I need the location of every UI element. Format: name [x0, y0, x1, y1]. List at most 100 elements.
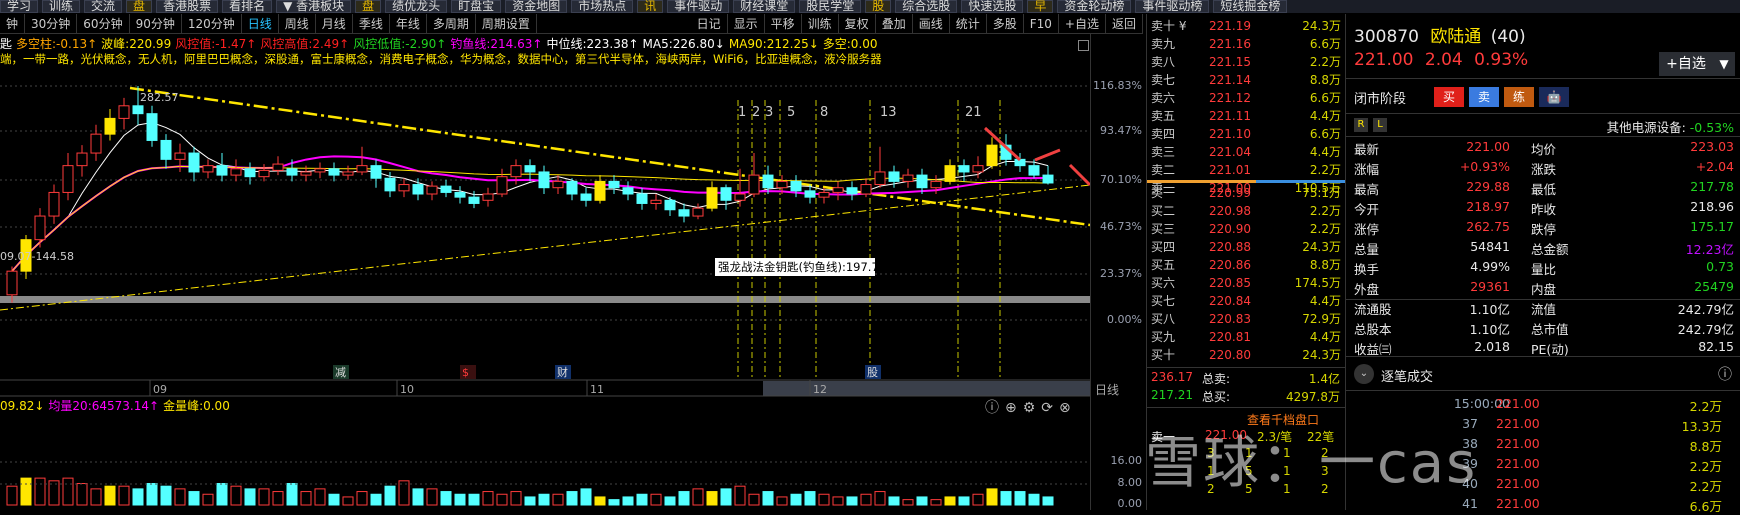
orderbook-row[interactable]: 卖十 ¥ 221.19 24.3万 [1147, 17, 1345, 35]
practice-button[interactable]: 练 [1504, 87, 1534, 107]
period-tab[interactable]: 季线 [353, 14, 390, 33]
top-menu-item[interactable]: 盯盘宝 [451, 0, 502, 13]
period-tab[interactable]: 周线 [279, 14, 316, 33]
orderbook-row[interactable]: 买一 220.99 75.1万 [1147, 184, 1345, 202]
tool-button[interactable]: +自选 [1059, 14, 1106, 33]
indicator-readout: 匙多空柱:-0.13↑ 波峰:220.99 风控值:-1.47↑ 风控高值:2.49↑… [0, 36, 1090, 52]
orderbook-row[interactable]: 买二 220.98 2.2万 [1147, 202, 1345, 220]
tool-button[interactable]: 日记 [691, 14, 728, 33]
tool-button[interactable]: 平移 [765, 14, 802, 33]
settings-icon[interactable]: ⚙ [1023, 400, 1042, 416]
tool-button[interactable]: 训练 [802, 14, 839, 33]
period-tab[interactable]: 90分钟 [130, 14, 182, 33]
refresh-icon[interactable]: ⟳ [1041, 400, 1059, 416]
help-icon[interactable]: ⓘ [1718, 364, 1732, 384]
indicator-value: 多空柱:-0.13↑ [16, 37, 98, 51]
top-menu-item[interactable]: 早 [1027, 0, 1054, 13]
period-tab[interactable]: 120分钟 [182, 14, 242, 33]
volume-bar [874, 491, 886, 506]
orderbook-row[interactable]: 买九 220.81 4.4万 [1147, 328, 1345, 346]
sell-button[interactable]: 卖 [1469, 87, 1499, 107]
top-menu-item[interactable]: 香港股票 [156, 0, 219, 13]
top-menu-item[interactable]: 股 [865, 0, 892, 13]
add-watchlist-button[interactable]: +自选 [1659, 52, 1713, 76]
watchlist-dropdown-icon[interactable]: ▼ [1713, 52, 1735, 76]
top-menu-item[interactable]: 盘 [355, 0, 382, 13]
orderbook-row[interactable]: 卖四 221.10 6.6万 [1147, 125, 1345, 143]
l-button[interactable]: L [1373, 118, 1387, 132]
event-tag-label: 减 [335, 366, 346, 379]
volume-bar [930, 499, 942, 506]
concept-tags: 端，一带一路，光伏概念，无人机，阿里巴巴概念，深股通，富士康概念，消费电子概念，… [0, 52, 882, 66]
top-menu-item[interactable]: 交流 [84, 0, 123, 13]
candle-body [706, 187, 718, 209]
orderbook-row[interactable]: 卖五 221.11 4.4万 [1147, 107, 1345, 125]
orderbook-row[interactable]: 买六 220.85 174.5万 [1147, 274, 1345, 292]
period-tab[interactable]: 月线 [316, 14, 353, 33]
candle-body [524, 165, 536, 173]
orderbook-row[interactable]: 卖三 221.04 4.4万 [1147, 143, 1345, 161]
tool-button[interactable]: 返回 [1106, 14, 1143, 33]
volume-bar [146, 483, 158, 506]
orderbook-row[interactable]: 卖九 221.16 6.6万 [1147, 35, 1345, 53]
period-tab[interactable]: 日线 [242, 14, 279, 33]
top-menu-item[interactable]: 股民学堂 [799, 0, 862, 13]
tool-button[interactable]: 叠加 [876, 14, 913, 33]
top-menu-item[interactable]: 学习 [0, 0, 39, 13]
stat-label: 量比 [1531, 262, 1557, 277]
period-tab[interactable]: 年线 [390, 14, 427, 33]
orderbook-row[interactable]: 卖二 221.01 2.2万 [1147, 161, 1345, 179]
level-volume: 4.4万 [1309, 145, 1341, 159]
top-menu-item[interactable]: 快速选股 [961, 0, 1024, 13]
top-menu-item[interactable]: 看排名 [222, 0, 273, 13]
kline-chart[interactable]: 1 2 3 5 8 13 21282.5709.07-144.58强龙战法金钥匙(钓鱼线):… [0, 66, 1092, 510]
top-menu-item[interactable]: 讯 [637, 0, 664, 13]
orderbook-row[interactable]: 买八 220.83 72.9万 [1147, 310, 1345, 328]
period-tab[interactable]: 30分钟 [25, 14, 78, 33]
tool-button[interactable]: 显示 [728, 14, 765, 33]
period-tab[interactable]: 60分钟 [77, 14, 130, 33]
top-menu-item[interactable]: 短线掘金榜 [1213, 0, 1288, 13]
top-menu-item[interactable]: 事件驱动 [667, 0, 730, 13]
help-icon[interactable]: ⓘ [985, 400, 1005, 416]
period-tab[interactable]: 多周期 [427, 14, 476, 33]
orderbook-row[interactable]: 买五 220.86 8.8万 [1147, 256, 1345, 274]
top-menu-item[interactable]: 事件驱动榜 [1135, 0, 1210, 13]
collapse-chevron-icon[interactable]: ⌄ [1354, 364, 1374, 384]
period-tab[interactable]: 钟 [0, 14, 26, 33]
r-button[interactable]: R [1354, 118, 1368, 132]
orderbook-row[interactable]: 买四 220.88 24.3万 [1147, 238, 1345, 256]
maximize-icon[interactable] [1078, 40, 1089, 51]
top-menu-item[interactable]: 盘 [126, 0, 153, 13]
orderbook-row[interactable]: 卖七 221.14 8.8万 [1147, 71, 1345, 89]
candle-body [482, 193, 494, 201]
top-menu-item[interactable]: 综合选股 [895, 0, 958, 13]
top-menu-item[interactable]: 市场热点 [571, 0, 634, 13]
top-menu-item[interactable]: 训练 [42, 0, 81, 13]
orderbook-row[interactable]: 卖八 221.15 2.2万 [1147, 53, 1345, 71]
period-tab[interactable]: 周期设置 [476, 14, 537, 33]
robot-assistant-icon[interactable]: 🤖 [1539, 87, 1569, 107]
orderbook-row[interactable]: 买三 220.90 2.2万 [1147, 220, 1345, 238]
tool-button[interactable]: 多股 [987, 14, 1024, 33]
tool-button[interactable]: F10 [1024, 14, 1059, 33]
top-menu-item[interactable]: 资金地图 [505, 0, 568, 13]
top-menu-item[interactable]: ▼ 香港板块 [276, 0, 352, 13]
top-menu-item[interactable]: 资金轮动榜 [1057, 0, 1132, 13]
zoom-in-icon[interactable]: ⊕ [1005, 400, 1023, 416]
top-menu-item[interactable]: 财经课堂 [733, 0, 796, 13]
orderbook-row[interactable]: 买十 220.80 24.3万 [1147, 346, 1345, 364]
orderbook-row[interactable]: 卖六 221.12 6.6万 [1147, 89, 1345, 107]
annotation-arrow [1068, 163, 1092, 187]
volume-panel-icons[interactable]: ⓘ⊕⚙⟳⊗ [985, 397, 1077, 417]
tool-button[interactable]: 画线 [913, 14, 950, 33]
orderbook-row[interactable]: 买七 220.84 4.4万 [1147, 292, 1345, 310]
top-menu-item[interactable]: 绩优龙头 [385, 0, 448, 13]
buy-button[interactable]: 买 [1434, 87, 1464, 107]
level-volume: 24.3万 [1302, 19, 1341, 33]
tool-button[interactable]: 统计 [950, 14, 987, 33]
level-volume: 4.4万 [1309, 294, 1341, 308]
close-icon[interactable]: ⊗ [1059, 400, 1077, 416]
tool-button[interactable]: 复权 [839, 14, 876, 33]
sector-change: -0.53% [1689, 120, 1734, 135]
